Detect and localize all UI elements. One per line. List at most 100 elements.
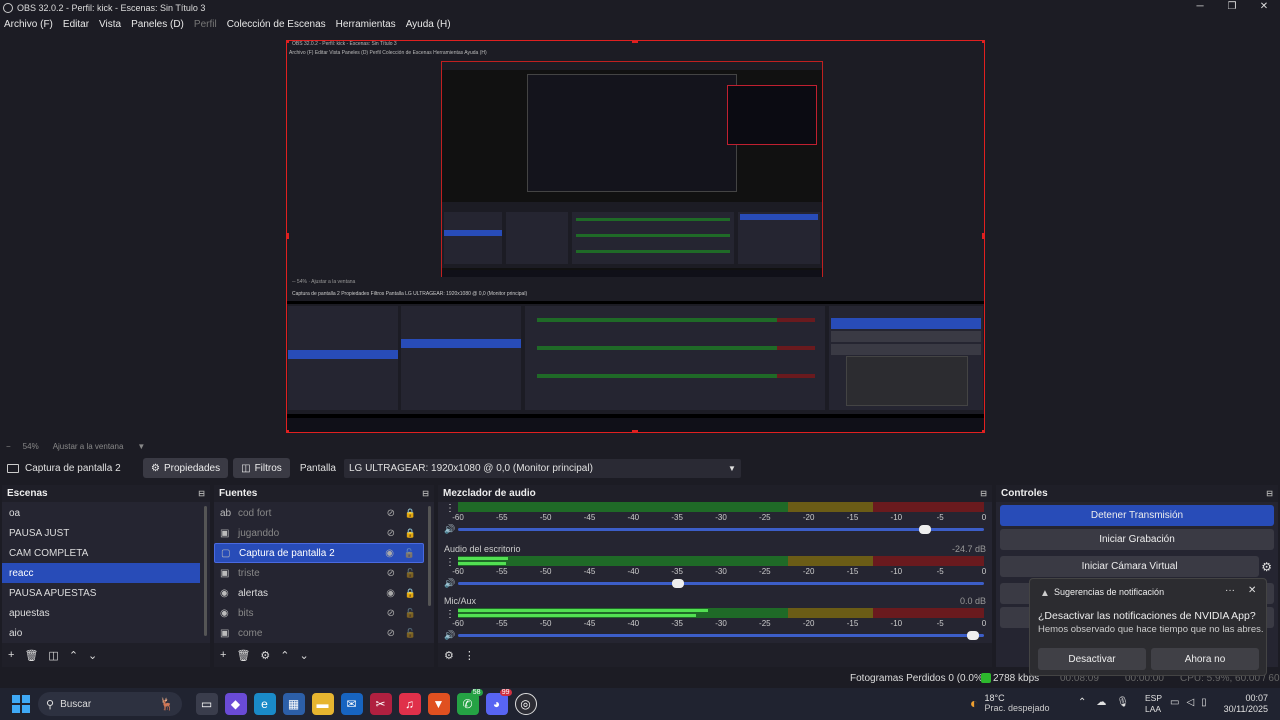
mixer-menu-icon[interactable]: ⋮: [464, 649, 475, 662]
preview-canvas[interactable]: OBS 32.0.2 - Perfil: kick - Escenas: Sin…: [286, 40, 985, 433]
stop-stream-button[interactable]: Detener Transmisión: [1000, 505, 1274, 526]
copilot-icon[interactable]: ◆: [224, 693, 247, 715]
source-item[interactable]: ab cod fort ⊘ 🔒: [214, 503, 424, 523]
menu-file[interactable]: Archivo (F): [4, 19, 53, 30]
lock-icon[interactable]: 🔒: [405, 528, 416, 539]
discord-icon[interactable]: ◕ 99: [485, 689, 512, 715]
menu-tools[interactable]: Herramientas: [336, 19, 396, 30]
notification-later-button[interactable]: Ahora no: [1151, 648, 1259, 670]
scene-item-apuestas[interactable]: apuestas: [2, 603, 210, 623]
source-item[interactable]: ▣ juganddo ⊘ 🔒: [214, 523, 424, 543]
lock-icon[interactable]: 🔒: [405, 508, 416, 519]
source-item[interactable]: ▣ triste ⊘ 🔓: [214, 563, 424, 583]
volume-slider-knob[interactable]: [966, 631, 979, 640]
resize-handle-tl[interactable]: [286, 40, 289, 43]
source-item[interactable]: ◉ alertas ◉ 🔒: [214, 583, 424, 603]
edge-icon[interactable]: e: [253, 693, 276, 715]
start-record-button[interactable]: Iniciar Grabación: [1000, 529, 1274, 550]
mixer-settings-icon[interactable]: ⚙: [444, 649, 454, 662]
weather-widget[interactable]: ◐ 18°C Prac. despejado: [970, 693, 1050, 713]
move-scene-down-button[interactable]: ⌄: [88, 649, 97, 662]
virtual-cam-gear-icon[interactable]: ⚙: [1261, 560, 1272, 574]
scene-filters-button[interactable]: ◫: [48, 649, 58, 662]
menu-docks[interactable]: Paneles (D): [131, 19, 184, 30]
scenes-scrollbar[interactable]: [204, 506, 207, 636]
scene-item-oa[interactable]: oa: [2, 503, 210, 523]
microphone-icon[interactable]: 🎙: [1116, 697, 1129, 708]
scene-item-reacc[interactable]: reacc: [2, 563, 200, 583]
task-view-icon[interactable]: ▭: [195, 693, 218, 715]
resize-handle-t[interactable]: [632, 40, 638, 43]
zoom-dropdown-icon[interactable]: ▼: [137, 442, 145, 451]
windows-start-icon[interactable]: [12, 695, 30, 713]
start-virtual-cam-button[interactable]: Iniciar Cámara Virtual: [1000, 556, 1260, 577]
move-source-down-button[interactable]: ⌄: [300, 649, 309, 662]
eye-hidden-icon[interactable]: ⊘: [387, 568, 395, 579]
speaker-icon[interactable]: 🔊: [444, 578, 455, 589]
source-settings-gear-icon[interactable]: ⚙: [260, 649, 270, 662]
source-item[interactable]: ▢ Captura de pantalla 2 ◉ 🔓: [214, 543, 424, 563]
mail-icon[interactable]: ✉: [340, 693, 363, 715]
unlock-icon[interactable]: 🔓: [404, 548, 415, 559]
filters-button[interactable]: ◫ Filtros: [233, 458, 290, 478]
resize-handle-b[interactable]: [632, 430, 638, 433]
brave-icon[interactable]: ▼: [427, 693, 450, 715]
resize-handle-tr[interactable]: [982, 40, 985, 43]
undock-icon[interactable]: ⊟: [1266, 489, 1273, 498]
maximize-button[interactable]: ❐: [1216, 0, 1248, 15]
undock-icon[interactable]: ⊟: [198, 489, 205, 498]
undock-icon[interactable]: ⊟: [980, 489, 987, 498]
notification-disable-button[interactable]: Desactivar: [1038, 648, 1146, 670]
network-icon[interactable]: ▭: [1170, 697, 1179, 708]
speaker-icon[interactable]: 🔊: [444, 630, 455, 641]
cloud-icon[interactable]: ☁: [1096, 697, 1106, 708]
menu-profile[interactable]: Perfil: [194, 19, 217, 30]
add-source-button[interactable]: +: [220, 649, 226, 661]
file-explorer-icon[interactable]: ▬: [311, 693, 334, 715]
menu-scene-collection[interactable]: Colección de Escenas: [227, 19, 326, 30]
menu-help[interactable]: Ayuda (H): [406, 19, 451, 30]
add-scene-button[interactable]: +: [8, 649, 14, 661]
volume-slider[interactable]: [458, 525, 984, 534]
input-language[interactable]: ESP LAA: [1145, 693, 1162, 715]
resize-handle-r[interactable]: [982, 233, 985, 239]
zoom-out-button[interactable]: −: [6, 442, 11, 451]
volume-icon[interactable]: ◁: [1186, 697, 1194, 708]
scene-item-pausa-just[interactable]: PAUSA JUST: [2, 523, 210, 543]
scene-item-pausa-apuestas[interactable]: PAUSA APUESTAS: [2, 583, 210, 603]
source-item[interactable]: ▣ come ⊘ 🔓: [214, 623, 424, 643]
scene-item-aio[interactable]: aio: [2, 623, 210, 643]
move-source-up-button[interactable]: ⌃: [280, 649, 289, 662]
source-item[interactable]: ◉ bits ⊘ 🔓: [214, 603, 424, 623]
scene-item-cam-completa[interactable]: CAM COMPLETA: [2, 543, 210, 563]
eye-icon[interactable]: ◉: [385, 548, 394, 559]
store-icon[interactable]: ▦: [282, 693, 305, 715]
unlock-icon[interactable]: 🔓: [405, 628, 416, 639]
volume-slider[interactable]: [458, 579, 984, 588]
remove-scene-button[interactable]: 🗑: [24, 649, 38, 662]
notification-close-icon[interactable]: ✕: [1248, 585, 1256, 596]
resize-handle-br[interactable]: [982, 430, 985, 433]
music-icon[interactable]: ♫: [398, 693, 421, 715]
eye-hidden-icon[interactable]: ⊘: [387, 528, 395, 539]
tray-overflow-icon[interactable]: ⌃: [1078, 697, 1086, 708]
sources-scrollbar[interactable]: [428, 506, 431, 606]
snipping-tool-icon[interactable]: ✂: [369, 693, 392, 715]
display-select[interactable]: LG ULTRAGEAR: 1920x1080 @ 0,0 (Monitor p…: [343, 458, 741, 478]
notification-more-icon[interactable]: ···: [1225, 585, 1235, 596]
menu-edit[interactable]: Editar: [63, 19, 89, 30]
whatsapp-icon[interactable]: ✆ 58: [456, 689, 483, 715]
eye-hidden-icon[interactable]: ⊘: [387, 508, 395, 519]
unlock-icon[interactable]: 🔓: [405, 568, 416, 579]
speaker-icon[interactable]: 🔊: [444, 524, 455, 535]
preview-area[interactable]: OBS 32.0.2 - Perfil: kick - Escenas: Sin…: [0, 32, 1280, 438]
lock-icon[interactable]: 🔒: [405, 588, 416, 599]
volume-slider-knob[interactable]: [919, 525, 932, 534]
obs-taskbar-icon[interactable]: ◎: [514, 693, 537, 715]
eye-icon[interactable]: ◉: [386, 588, 395, 599]
unlock-icon[interactable]: 🔓: [405, 608, 416, 619]
eye-hidden-icon[interactable]: ⊘: [387, 628, 395, 639]
remove-source-button[interactable]: 🗑: [236, 649, 250, 662]
close-button[interactable]: ✕: [1248, 0, 1280, 15]
move-scene-up-button[interactable]: ⌃: [69, 649, 78, 662]
